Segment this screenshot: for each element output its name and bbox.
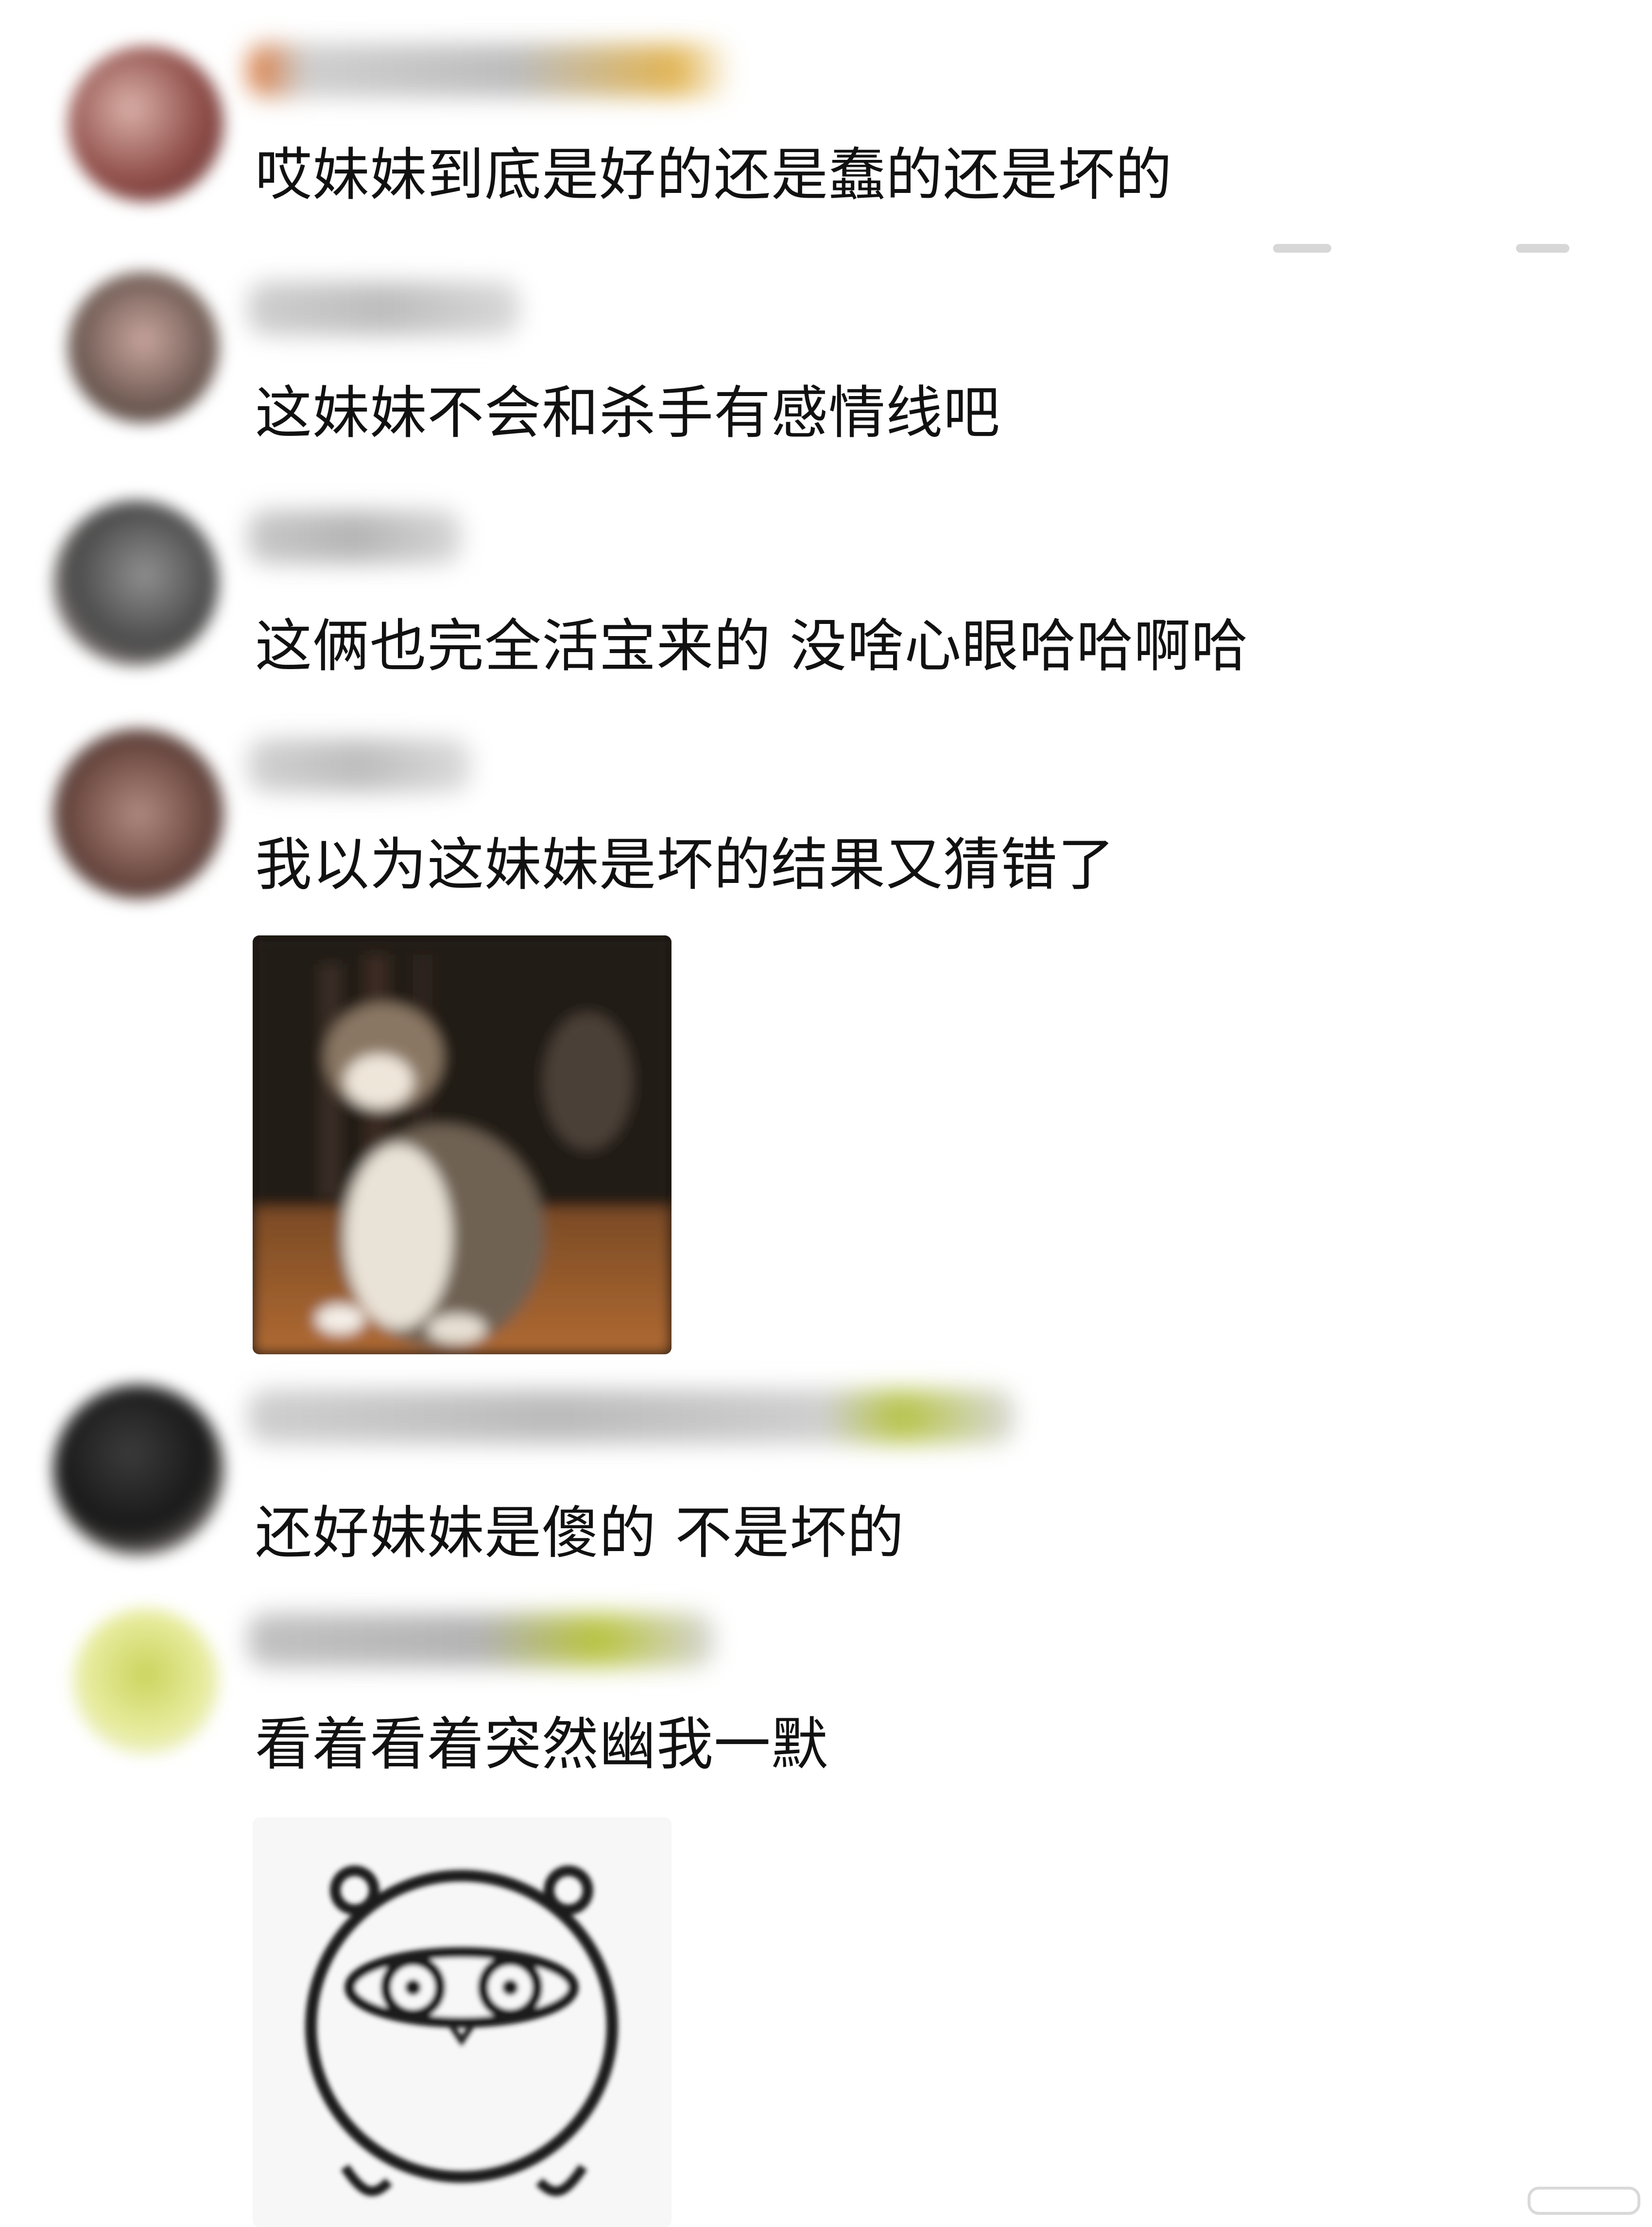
comment-text: 我以为这妹妹是坏的结果又猜错了 (255, 831, 1116, 898)
avatar[interactable] (53, 1385, 224, 1555)
avatar[interactable] (73, 1608, 219, 1754)
comment-text: 这俩也完全活宝来的 没啥心眼哈哈啊哈 (255, 613, 1249, 679)
username-blurred[interactable] (248, 282, 520, 335)
comment-text: 还好妹妹是傻的 不是坏的 (255, 1500, 905, 1566)
username-blurred[interactable] (248, 1613, 714, 1667)
avatar[interactable] (68, 46, 224, 202)
username-blurred[interactable] (248, 1390, 1015, 1443)
comment-text: 看着看着突然幽我一默 (255, 1711, 829, 1778)
username-blurred[interactable] (248, 739, 471, 792)
username-blurred[interactable] (248, 510, 462, 564)
screaming-cat-image (253, 935, 671, 1354)
username-blurred[interactable] (248, 44, 734, 97)
more-icon[interactable] (1273, 244, 1331, 253)
scroll-handle[interactable] (1528, 2187, 1640, 2215)
avatar[interactable] (53, 501, 219, 666)
round-face-image (253, 1817, 671, 2227)
screaming-cat-sticker[interactable] (253, 935, 671, 1354)
avatar[interactable] (53, 729, 224, 899)
comment-text: 这妹妹不会和杀手有感情线吧 (255, 380, 1001, 446)
comment-text: 哎妹妹到底是好的还是蠢的还是坏的 (255, 141, 1173, 208)
round-face-sticker[interactable] (253, 1817, 671, 2227)
avatar[interactable] (68, 272, 219, 423)
more-icon[interactable] (1516, 244, 1569, 253)
